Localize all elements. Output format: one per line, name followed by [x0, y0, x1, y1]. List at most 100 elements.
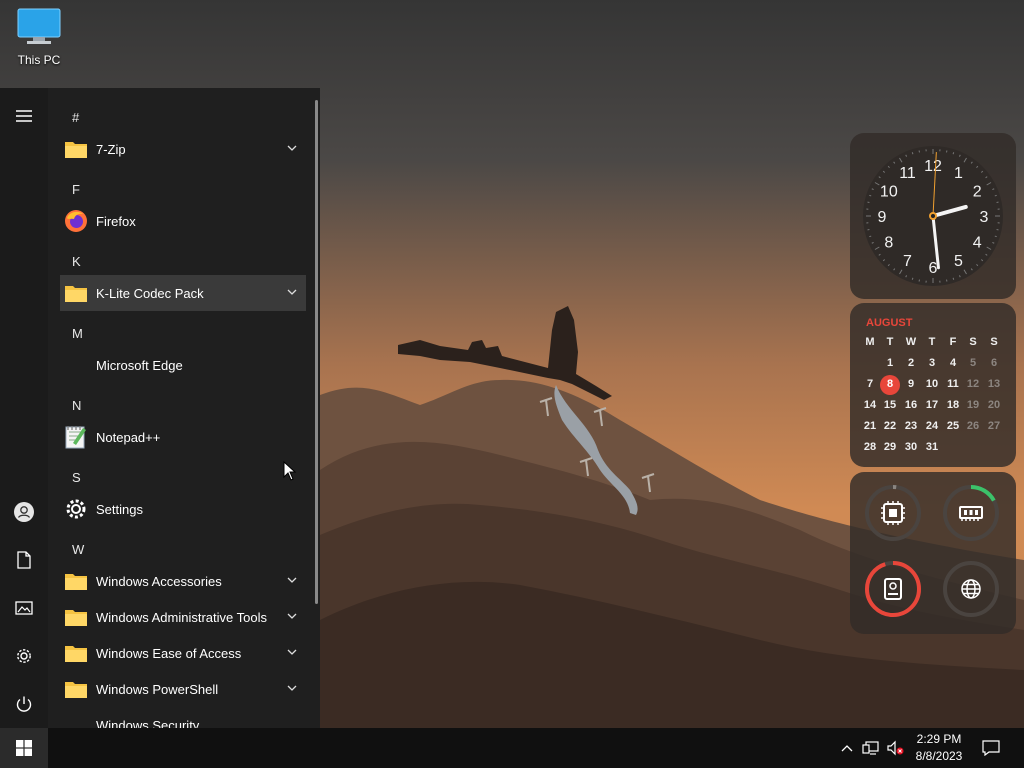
calendar-day[interactable]: 17 — [922, 399, 942, 411]
calendar-day[interactable]: 7 — [860, 378, 880, 390]
calendar-day[interactable]: 6 — [984, 357, 1004, 369]
app-klite-codec-pack[interactable]: K-Lite Codec Pack — [60, 275, 306, 311]
group-header-hash[interactable]: # — [72, 110, 79, 125]
start-button[interactable] — [0, 728, 48, 768]
system-monitor-widget[interactable] — [850, 472, 1016, 634]
app-windows-ease-of-access[interactable]: Windows Ease of Access — [60, 635, 306, 671]
app-windows-powershell[interactable]: Windows PowerShell — [60, 671, 306, 707]
documents-button[interactable] — [0, 536, 48, 584]
network-tray-button[interactable] — [860, 728, 882, 768]
app-windows-administrative-tools[interactable]: Windows Administrative Tools — [60, 599, 306, 635]
calendar-day[interactable]: 22 — [880, 420, 900, 432]
volume-tray-button[interactable] — [884, 728, 906, 768]
app-microsoft-edge[interactable]: Microsoft Edge — [60, 347, 306, 383]
expand-menu-button[interactable] — [0, 92, 48, 140]
monitor-icon — [17, 8, 61, 44]
clock-hour-label: 10 — [880, 184, 898, 201]
gear-icon — [17, 649, 31, 663]
clock-hour-label: 11 — [899, 165, 916, 182]
calendar-day[interactable]: 28 — [860, 441, 880, 453]
calendar-weekday: W — [905, 336, 917, 348]
calendar-day[interactable]: 18 — [943, 399, 963, 411]
settings-button[interactable] — [0, 632, 48, 680]
clock-widget[interactable]: 12 1 2 3 4 5 6 7 8 9 10 11 — [850, 133, 1016, 299]
calendar-day[interactable]: 16 — [901, 399, 921, 411]
group-header-m[interactable]: M — [72, 326, 83, 341]
calendar-day[interactable]: 19 — [963, 399, 983, 411]
app-notepadpp[interactable]: Notepad++ — [60, 419, 306, 455]
calendar-weekday: F — [949, 336, 957, 348]
document-icon — [17, 551, 31, 569]
calendar-day[interactable]: 5 — [963, 357, 983, 369]
calendar-day[interactable]: 11 — [943, 378, 963, 390]
chevron-down-icon[interactable] — [286, 286, 298, 298]
app-windows-security[interactable]: Windows Security — [60, 707, 306, 729]
group-header-s[interactable]: S — [72, 470, 81, 485]
calendar-weekday: T — [928, 336, 936, 348]
group-header-n[interactable]: N — [72, 398, 81, 413]
calendar-day[interactable]: 13 — [984, 378, 1004, 390]
group-header-k[interactable]: K — [72, 254, 81, 269]
clock-hour-label: 3 — [980, 209, 989, 226]
app-label: Notepad++ — [96, 429, 161, 445]
app-7zip[interactable]: 7-Zip — [60, 131, 306, 167]
calendar-day[interactable]: 3 — [922, 357, 942, 369]
analog-clock: 12 12 3 45678 9 1011 — [863, 146, 1003, 286]
this-pc-shortcut[interactable]: This PC — [10, 8, 68, 67]
calendar-day[interactable]: 2 — [901, 357, 921, 369]
app-settings[interactable]: Settings — [60, 491, 306, 527]
app-label: Microsoft Edge — [96, 357, 183, 373]
clock-hour-label: 8 — [884, 235, 893, 252]
calendar-day[interactable]: 15 — [880, 399, 900, 411]
calendar-day[interactable]: 23 — [901, 420, 921, 432]
calendar-day[interactable]: 14 — [860, 399, 880, 411]
action-center-button[interactable] — [978, 728, 1004, 768]
chevron-down-icon[interactable] — [286, 610, 298, 622]
group-header-w[interactable]: W — [72, 542, 84, 557]
user-account-button[interactable] — [0, 488, 48, 536]
clock-hour-label: 5 — [954, 253, 963, 270]
calendar-day[interactable]: 1 — [880, 357, 900, 369]
calendar-day[interactable]: 24 — [922, 420, 942, 432]
chevron-down-icon[interactable] — [286, 682, 298, 694]
pictures-button[interactable] — [0, 584, 48, 632]
app-list: # 7-Zip F Firefox K K-Lite Codec Pack M … — [60, 88, 306, 728]
calendar-day[interactable]: 26 — [963, 420, 983, 432]
clock-hour-label: 12 — [924, 158, 942, 175]
mouse-cursor — [283, 461, 297, 481]
calendar-day[interactable]: 20 — [984, 399, 1004, 411]
clock-hour-label: 2 — [973, 184, 982, 201]
calendar-day[interactable]: 12 — [963, 378, 983, 390]
chevron-down-icon[interactable] — [286, 646, 298, 658]
calendar-widget[interactable]: AUGUST M T W T F S S 1 2 3 4 5 6 7 8 9 10 11 12 13 14 15 16 17 1… — [850, 303, 1016, 467]
calendar-day[interactable]: 25 — [943, 420, 963, 432]
start-menu: # 7-Zip F Firefox K K-Lite Codec Pack M … — [0, 88, 320, 728]
calendar-day[interactable]: 8 — [880, 378, 900, 390]
show-hidden-icons-button[interactable] — [838, 728, 856, 768]
clock-hour-label: 4 — [973, 235, 982, 252]
app-label: Windows Security — [96, 717, 200, 729]
calendar-day[interactable]: 21 — [860, 420, 880, 432]
calendar-day[interactable]: 29 — [880, 441, 900, 453]
calendar-day[interactable]: 9 — [901, 378, 921, 390]
calendar-day[interactable]: 10 — [922, 378, 942, 390]
app-label: Settings — [96, 501, 143, 517]
chevron-down-icon[interactable] — [286, 574, 298, 586]
calendar-day[interactable]: 31 — [922, 441, 942, 453]
clock-hour-label: 7 — [903, 253, 912, 270]
taskbar-date: 8/8/2023 — [915, 749, 963, 763]
calendar-day[interactable]: 4 — [943, 357, 963, 369]
power-button[interactable] — [0, 680, 48, 728]
edge-icon — [62, 351, 90, 379]
app-firefox[interactable]: Firefox — [60, 203, 306, 239]
chevron-up-icon — [841, 745, 853, 752]
chevron-down-icon[interactable] — [286, 142, 298, 154]
taskbar-clock[interactable]: 2:29 PM 8/8/2023 — [908, 731, 970, 765]
app-windows-accessories[interactable]: Windows Accessories — [60, 563, 306, 599]
calendar-day[interactable]: 27 — [984, 420, 1004, 432]
calendar-day[interactable]: 30 — [901, 441, 921, 453]
app-list-scrollbar[interactable] — [315, 100, 318, 604]
firefox-icon — [62, 207, 90, 235]
group-header-f[interactable]: F — [72, 182, 80, 197]
app-label: K-Lite Codec Pack — [96, 285, 204, 301]
